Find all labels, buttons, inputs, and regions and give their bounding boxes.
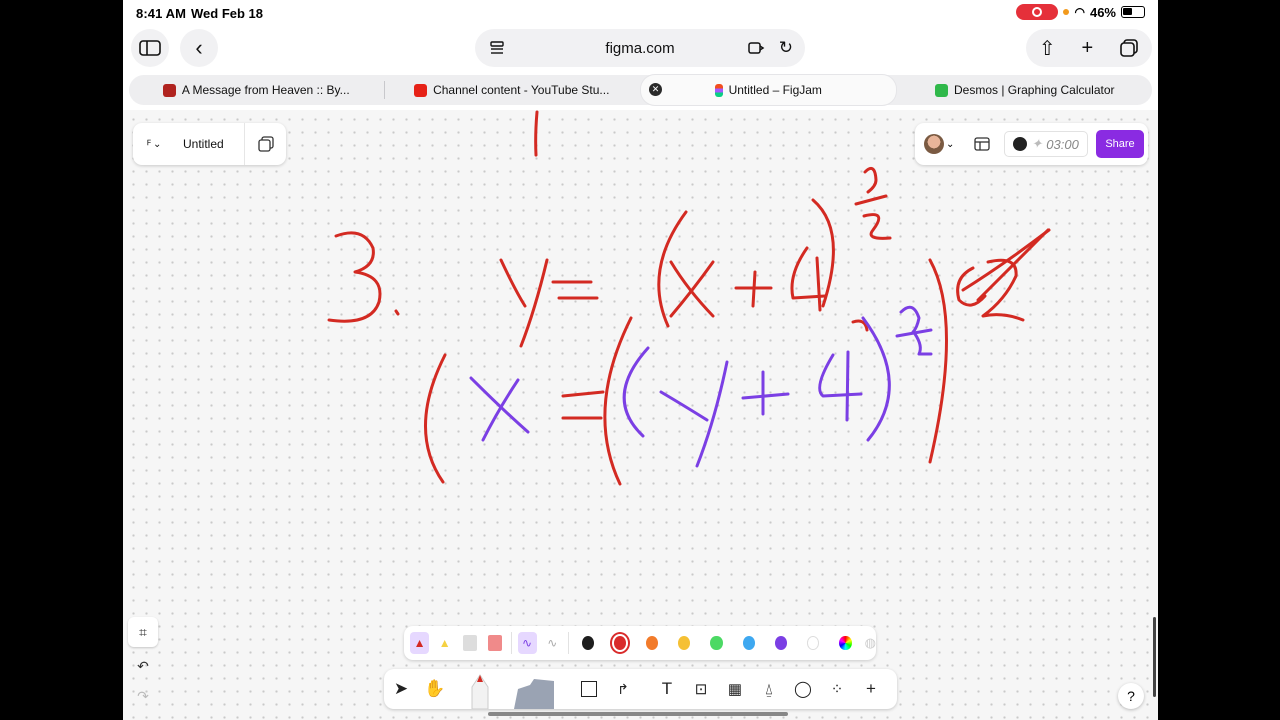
text-icon: T — [661, 679, 673, 698]
connector-tool-button[interactable]: ↱ — [606, 669, 640, 709]
undo-button[interactable]: ↶ — [128, 651, 158, 681]
squiggle-icon: ∿ — [522, 636, 533, 650]
section-tool-button[interactable]: ⊡ — [684, 669, 718, 709]
color-swatch-blue[interactable] — [742, 636, 755, 650]
divider — [510, 632, 512, 654]
move-tool-button[interactable]: ➤ — [384, 669, 418, 709]
draw-tool-tray[interactable] — [452, 669, 572, 709]
pen-options-bar: ▲ ▲ ∿ ∿ ◍ — [404, 626, 876, 660]
washi-tape-icon — [514, 679, 554, 709]
color-swatch-black[interactable] — [581, 636, 594, 650]
marker-icon: ▲ — [413, 636, 426, 650]
highlighter-tool-button[interactable]: ▲ — [435, 632, 454, 654]
washi-tape-button[interactable] — [460, 632, 479, 654]
table-icon: ▦ — [727, 681, 743, 698]
divider — [640, 669, 650, 709]
redo-icon: ↷ — [137, 687, 149, 704]
color-swatch-red[interactable] — [613, 636, 627, 650]
stamp-icon: ⍙ — [764, 680, 774, 698]
pages-button[interactable] — [244, 123, 286, 165]
square-icon — [581, 681, 597, 697]
more-tools-button[interactable]: + — [854, 669, 888, 709]
color-swatch-yellow[interactable] — [678, 636, 691, 650]
eraser-tool-button[interactable] — [485, 632, 504, 654]
plus-icon: + — [866, 679, 876, 698]
timer-value: 03:00 — [1046, 136, 1079, 152]
widgets-button[interactable]: ⁘ — [820, 669, 854, 709]
home-indicator[interactable] — [488, 712, 788, 716]
shape-tool-button[interactable] — [572, 669, 606, 709]
help-button[interactable]: ? — [1118, 683, 1144, 709]
hand-icon: ✋ — [424, 679, 446, 698]
color-picker-icon[interactable] — [839, 636, 852, 650]
comment-icon: ◯ — [794, 681, 812, 698]
undo-icon: ↶ — [137, 657, 149, 674]
pages-icon — [257, 136, 274, 152]
ipad-screen: 8:41 AM Wed Feb 18 ◠ 46% ‹ figma.com ↻ ⇧… — [123, 0, 1158, 720]
side-tools: ⌗ ↶ ↷ — [128, 617, 158, 711]
comment-tool-button[interactable]: ◯ — [786, 669, 820, 709]
main-menu-button[interactable]: ꟳ ⌄ — [133, 135, 175, 153]
figma-logo-icon: ꟳ — [146, 137, 152, 152]
collaboration-panel: ⌄ ✦ 03:00 Share — [915, 123, 1148, 165]
sticker-icon: ✦ — [1031, 136, 1043, 151]
simplify-stroke-button[interactable]: ∿ — [517, 632, 537, 654]
widgets-icon: ⁘ — [830, 681, 844, 698]
stopwatch-icon — [1013, 137, 1028, 151]
cursor-icon: ➤ — [393, 679, 409, 698]
file-name[interactable]: Untitled — [175, 137, 244, 151]
eraser-icon — [488, 635, 503, 651]
color-swatch-purple[interactable] — [774, 636, 787, 650]
color-swatch-orange[interactable] — [646, 636, 659, 650]
stamp-tool-button[interactable]: ⍙ — [752, 669, 786, 709]
layout-icon[interactable] — [974, 137, 991, 151]
share-button[interactable]: Share — [1096, 130, 1144, 158]
color-swatch-green[interactable] — [710, 636, 723, 650]
tag-icon: ⌗ — [139, 623, 147, 640]
squiggle-icon: ∿ — [547, 636, 558, 650]
freeform-stroke-button[interactable]: ∿ — [543, 632, 562, 654]
handwritten-drawing — [327, 110, 1051, 486]
color-swatch-white[interactable] — [807, 636, 820, 650]
text-tool-button[interactable]: T — [650, 669, 684, 709]
marker-tool-button[interactable]: ▲ — [410, 632, 430, 654]
avatar[interactable] — [924, 134, 944, 154]
file-menu-panel: ꟳ ⌄ Untitled — [133, 123, 286, 165]
table-tool-button[interactable]: ▦ — [718, 669, 752, 709]
connector-icon: ↱ — [617, 680, 629, 697]
purple-ink-strokes — [469, 305, 933, 468]
palette-icon[interactable]: ◍ — [865, 635, 876, 651]
timer-widget[interactable]: ✦ 03:00 — [1004, 131, 1088, 157]
red-ink-strokes — [327, 110, 1051, 486]
tag-tool-button[interactable]: ⌗ — [128, 617, 158, 647]
hand-tool-button[interactable]: ✋ — [418, 669, 452, 709]
tape-icon — [462, 635, 477, 651]
main-toolbar: ➤ ✋ ↱ T ⊡ ▦ ⍙ ◯ ⁘ + — [384, 669, 897, 709]
pen-tool-icon — [471, 674, 489, 709]
highlighter-icon: ▲ — [438, 636, 451, 650]
divider — [567, 632, 569, 654]
chevron-down-icon[interactable]: ⌄ — [946, 139, 954, 150]
redo-button[interactable]: ↷ — [128, 681, 158, 711]
section-icon: ⊡ — [694, 681, 708, 698]
scrollbar[interactable] — [1153, 617, 1156, 697]
chevron-down-icon: ⌄ — [153, 138, 162, 150]
